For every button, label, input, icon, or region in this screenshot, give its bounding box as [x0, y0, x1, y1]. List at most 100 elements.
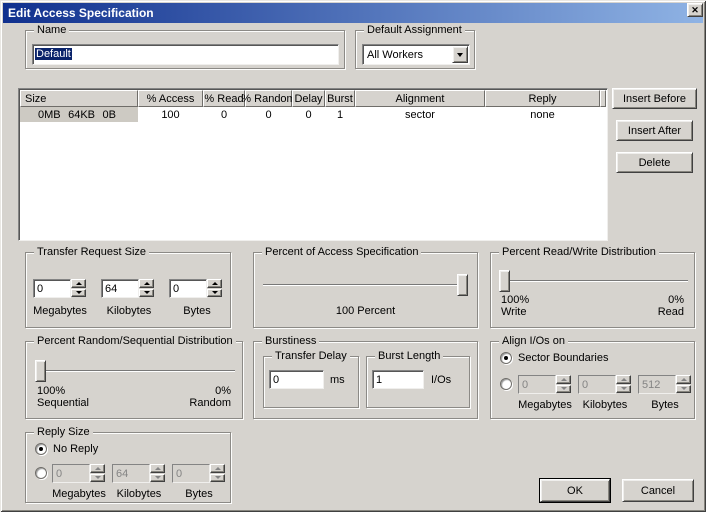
column-header-reply[interactable]: Reply	[485, 90, 600, 107]
read-write-distribution-group: Percent Read/Write Distribution 100% Wri…	[490, 252, 695, 328]
insert-before-button[interactable]: Insert Before	[612, 88, 697, 109]
spin-up-button[interactable]	[90, 464, 105, 473]
spin-up-button[interactable]	[556, 375, 571, 384]
write-label: Write	[501, 306, 526, 318]
custom-reply-radio[interactable]	[35, 467, 47, 479]
spin-up-button[interactable]	[210, 464, 225, 473]
trs-bytes-label: Bytes	[167, 305, 227, 317]
column-header-random[interactable]: % Random	[245, 90, 292, 107]
align-megabytes-input[interactable]: 0	[518, 375, 556, 394]
spinner-buttons	[676, 375, 691, 394]
triangle-up-icon	[561, 378, 567, 381]
name-group-label: Name	[34, 24, 69, 37]
random-label: Random	[189, 397, 231, 409]
align-bytes-spinner[interactable]: 512	[638, 375, 691, 394]
custom-alignment-radio[interactable]	[500, 378, 512, 390]
spin-up-button[interactable]	[616, 375, 631, 384]
spinner-buttons	[616, 375, 631, 394]
reply-kilobytes-input[interactable]: 64	[112, 464, 150, 483]
name-input[interactable]: Default	[32, 44, 339, 65]
combobox-dropdown-button[interactable]	[452, 46, 468, 63]
spin-down-button[interactable]	[207, 289, 222, 298]
triangle-down-icon	[212, 291, 218, 294]
access-spec-table[interactable]: Size % Access % Read % Random Delay Burs…	[18, 88, 608, 241]
spin-up-button[interactable]	[207, 279, 222, 288]
trs-bytes-input[interactable]: 0	[169, 279, 207, 298]
spin-up-button[interactable]	[139, 279, 154, 288]
align-ios-label: Align I/Os on	[499, 335, 568, 348]
spin-down-button[interactable]	[90, 474, 105, 483]
reply-megabytes-input[interactable]: 0	[52, 464, 90, 483]
triangle-up-icon	[621, 378, 627, 381]
spin-down-button[interactable]	[556, 385, 571, 394]
reply-kilobytes-spinner[interactable]: 64	[112, 464, 165, 483]
trs-kilobytes-spinner[interactable]: 64	[101, 279, 154, 298]
spin-up-button[interactable]	[150, 464, 165, 473]
random-sequential-slider[interactable]	[35, 360, 235, 382]
spin-down-button[interactable]	[71, 289, 86, 298]
sector-boundaries-radio[interactable]: Sector Boundaries	[500, 352, 609, 364]
transfer-delay-label: Transfer Delay	[272, 350, 350, 363]
reply-bytes-spinner[interactable]: 0	[172, 464, 225, 483]
triangle-down-icon	[681, 387, 687, 390]
title-bar[interactable]: Edit Access Specification	[3, 3, 703, 23]
align-ios-group: Align I/Os on Sector Boundaries 0 0 512	[490, 341, 695, 419]
column-header-access[interactable]: % Access	[138, 90, 203, 107]
radio-checked-icon	[35, 443, 47, 455]
align-megabytes-spinner[interactable]: 0	[518, 375, 571, 394]
spin-down-button[interactable]	[139, 289, 154, 298]
column-header-size[interactable]: Size	[20, 90, 138, 107]
close-button[interactable]: ✕	[687, 3, 703, 17]
trs-bytes-spinner[interactable]: 0	[169, 279, 222, 298]
column-header-delay[interactable]: Delay	[292, 90, 325, 107]
percent-access-slider[interactable]	[263, 274, 468, 296]
align-kilobytes-input[interactable]: 0	[578, 375, 616, 394]
burst-length-group: Burst Length 1 I/Os	[366, 356, 470, 408]
spin-down-button[interactable]	[150, 474, 165, 483]
spin-down-button[interactable]	[210, 474, 225, 483]
spin-up-button[interactable]	[71, 279, 86, 288]
cell-burst: 1	[325, 109, 355, 121]
spinner-buttons	[207, 279, 222, 298]
read-write-distribution-label: Percent Read/Write Distribution	[499, 246, 659, 259]
spin-down-button[interactable]	[616, 385, 631, 394]
burstiness-label: Burstiness	[262, 335, 319, 348]
slider-track	[263, 284, 468, 286]
cancel-button[interactable]: Cancel	[622, 479, 694, 502]
transfer-request-size-group: Transfer Request Size 0 64 0 Megabytes K…	[25, 252, 231, 328]
read-write-slider[interactable]	[499, 270, 688, 292]
reply-bytes-input[interactable]: 0	[172, 464, 210, 483]
spin-down-button[interactable]	[676, 385, 691, 394]
table-row[interactable]: 0MB 64KB 0B 100 0 0 0 1 sector none	[20, 107, 606, 122]
slider-thumb[interactable]	[35, 360, 46, 382]
reply-megabytes-spinner[interactable]: 0	[52, 464, 105, 483]
burst-length-input[interactable]: 1	[372, 370, 424, 389]
reply-bytes-label: Bytes	[169, 488, 229, 500]
ok-button[interactable]: OK	[540, 479, 610, 502]
combobox-value: All Workers	[363, 49, 452, 61]
cell-size: 0MB 64KB 0B	[20, 107, 138, 122]
column-header-read[interactable]: % Read	[203, 90, 245, 107]
trs-kilobytes-input[interactable]: 64	[101, 279, 139, 298]
triangle-up-icon	[76, 282, 82, 285]
slider-track	[499, 280, 688, 282]
column-header-alignment[interactable]: Alignment	[355, 90, 485, 107]
trs-megabytes-spinner[interactable]: 0	[33, 279, 86, 298]
insert-after-button[interactable]: Insert After	[616, 120, 693, 141]
transfer-delay-input[interactable]: 0	[269, 370, 324, 389]
align-kilobytes-spinner[interactable]: 0	[578, 375, 631, 394]
triangle-up-icon	[95, 467, 101, 470]
no-reply-radio[interactable]: No Reply	[35, 443, 98, 455]
spin-up-button[interactable]	[676, 375, 691, 384]
burstiness-group: Burstiness Transfer Delay 0 ms Burst Len…	[253, 341, 478, 419]
default-assignment-combobox[interactable]: All Workers	[362, 44, 470, 65]
trs-megabytes-input[interactable]: 0	[33, 279, 71, 298]
slider-thumb[interactable]	[499, 270, 510, 292]
column-header-burst[interactable]: Burst	[325, 90, 355, 107]
align-bytes-input[interactable]: 512	[638, 375, 676, 394]
spinner-buttons	[90, 464, 105, 483]
trs-megabytes-label: Megabytes	[30, 305, 90, 317]
window-title: Edit Access Specification	[3, 6, 154, 20]
delete-button[interactable]: Delete	[616, 152, 693, 173]
slider-thumb[interactable]	[457, 274, 468, 296]
